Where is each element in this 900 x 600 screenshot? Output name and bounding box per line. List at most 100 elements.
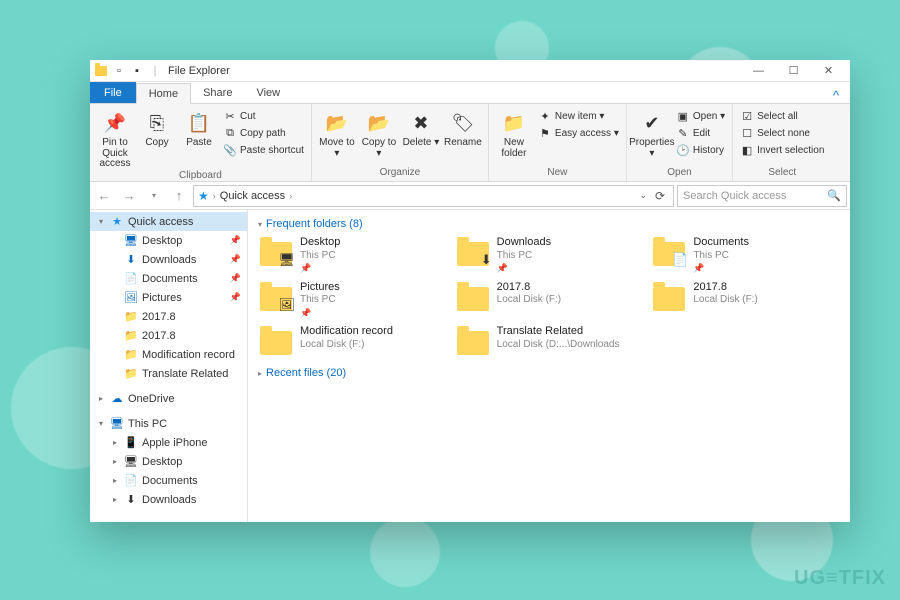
tab-share[interactable]: Share xyxy=(191,82,244,103)
folder-item-modification-record[interactable]: Modification recordLocal Disk (F:) xyxy=(258,325,447,357)
sidebar-this-pc[interactable]: ▾ 🖥 This PC xyxy=(90,414,247,433)
folder-icon: 📁 xyxy=(124,329,138,343)
pin-icon: 📌 xyxy=(497,263,551,274)
history-button[interactable]: 🕑History xyxy=(674,142,727,158)
sidebar-item-apple-iphone[interactable]: ▸📱Apple iPhone xyxy=(90,433,247,452)
recent-files-header[interactable]: ▸ Recent files (20) xyxy=(258,367,840,379)
breadcrumb-root[interactable]: Quick access xyxy=(220,190,285,202)
invert-selection-icon: ◧ xyxy=(740,143,754,157)
sidebar: ▾ ★ Quick access 🖥Desktop📌⬇Downloads📌📄Do… xyxy=(90,210,248,522)
sidebar-quick-access[interactable]: ▾ ★ Quick access xyxy=(90,212,247,231)
open-button[interactable]: ▣Open ▾ xyxy=(674,108,727,124)
copy-path-button[interactable]: ⧉Copy path xyxy=(221,125,306,141)
main-pane: ▾ Frequent folders (8) 🖥DesktopThis PC📌⬇… xyxy=(248,210,850,522)
select-all-button[interactable]: ☑Select all xyxy=(738,108,826,124)
invert-selection-button[interactable]: ◧Invert selection xyxy=(738,142,826,158)
delete-button[interactable]: ✖Delete ▾ xyxy=(401,107,441,167)
new-item-button[interactable]: ✦New item ▾ xyxy=(536,108,621,124)
sidebar-item-documents[interactable]: ▸📄Documents xyxy=(90,471,247,490)
folder-item-pictures[interactable]: 🖼PicturesThis PC📌 xyxy=(258,281,447,320)
chevron-right-icon[interactable]: ▸ xyxy=(110,438,120,447)
folder-icon xyxy=(455,325,491,357)
pin-icon: 📌 xyxy=(230,273,241,284)
chevron-down-icon[interactable]: ▾ xyxy=(96,419,106,428)
select-none-button[interactable]: ☐Select none xyxy=(738,125,826,141)
sidebar-item-documents[interactable]: 📄Documents📌 xyxy=(90,269,247,288)
sidebar-item-desktop[interactable]: 🖥Desktop📌 xyxy=(90,231,247,250)
sidebar-onedrive[interactable]: ▸ ☁ OneDrive xyxy=(90,389,247,408)
rename-button[interactable]: 🏷Rename xyxy=(443,107,483,167)
address-bar[interactable]: ★ › Quick access › ⌄ ⟳ xyxy=(193,185,674,207)
refresh-button[interactable]: ⟳ xyxy=(651,189,669,203)
maximize-button[interactable]: ☐ xyxy=(776,60,811,82)
select-none-icon: ☐ xyxy=(740,126,754,140)
sidebar-item-2017-8[interactable]: 📁2017.8 xyxy=(90,307,247,326)
tab-file[interactable]: File xyxy=(90,82,136,103)
move-to-icon: 📂 xyxy=(323,109,351,137)
sidebar-item-modification-record[interactable]: 📁Modification record xyxy=(90,345,247,364)
folder-icon: 📄 xyxy=(651,236,687,268)
file-explorer-window: ▫ ▪ | File Explorer — ☐ ✕ File Home Shar… xyxy=(90,60,850,522)
folder-item-downloads[interactable]: ⬇DownloadsThis PC📌 xyxy=(455,236,644,275)
documents-icon: 📄 xyxy=(124,272,138,286)
folder-badge-icon: 🖥 xyxy=(278,252,295,268)
sidebar-item-pictures[interactable]: 🖼Pictures📌 xyxy=(90,288,247,307)
folder-icon: 🖼 xyxy=(258,281,294,313)
frequent-folders-header[interactable]: ▾ Frequent folders (8) xyxy=(258,218,840,230)
easy-access-button[interactable]: ⚑Easy access ▾ xyxy=(536,125,621,141)
easy-access-icon: ⚑ xyxy=(538,126,552,140)
copy-path-icon: ⧉ xyxy=(223,126,237,140)
copy-to-button[interactable]: 📂Copy to ▾ xyxy=(359,107,399,167)
chevron-right-icon[interactable]: ▸ xyxy=(96,394,106,403)
folder-badge-icon: ⬇ xyxy=(481,252,492,268)
folder-item-2017-8[interactable]: 2017.8Local Disk (F:) xyxy=(455,281,644,320)
sidebar-item-downloads[interactable]: ▸⬇Downloads xyxy=(90,490,247,509)
folder-icon: 📁 xyxy=(124,348,138,362)
downloads-icon: ⬇ xyxy=(124,253,138,267)
qat-new-icon[interactable]: ▫ xyxy=(112,64,126,78)
copy-button[interactable]: ⎘ Copy xyxy=(137,107,177,170)
back-button[interactable]: ← xyxy=(93,185,115,207)
cloud-icon: ☁ xyxy=(110,392,124,406)
new-folder-button[interactable]: 📁New folder xyxy=(494,107,534,167)
window-title: File Explorer xyxy=(168,65,230,77)
up-button[interactable]: ↑ xyxy=(168,185,190,207)
title-bar: ▫ ▪ | File Explorer — ☐ ✕ xyxy=(90,60,850,82)
folder-item-2017-8[interactable]: 2017.8Local Disk (F:) xyxy=(651,281,840,320)
sidebar-item-2017-8[interactable]: 📁2017.8 xyxy=(90,326,247,345)
paste-button[interactable]: 📋 Paste xyxy=(179,107,219,170)
folder-icon: 📁 xyxy=(124,310,138,324)
chevron-down-icon[interactable]: ▾ xyxy=(96,217,106,226)
properties-icon: ✔ xyxy=(638,109,666,137)
sidebar-item-translate-related[interactable]: 📁Translate Related xyxy=(90,364,247,383)
pin-quick-access-button[interactable]: 📌 Pin to Quick access xyxy=(95,107,135,170)
desktop-icon: 🖥 xyxy=(124,455,138,469)
folder-item-desktop[interactable]: 🖥DesktopThis PC📌 xyxy=(258,236,447,275)
minimize-button[interactable]: — xyxy=(741,60,776,82)
tab-home[interactable]: Home xyxy=(136,83,191,104)
sidebar-item-downloads[interactable]: ⬇Downloads📌 xyxy=(90,250,247,269)
paste-shortcut-button[interactable]: 📎Paste shortcut xyxy=(221,142,306,158)
forward-button[interactable]: → xyxy=(118,185,140,207)
properties-button[interactable]: ✔Properties ▾ xyxy=(632,107,672,167)
paste-shortcut-icon: 📎 xyxy=(223,143,237,157)
chevron-right-icon[interactable]: ▸ xyxy=(110,457,120,466)
move-to-button[interactable]: 📂Move to ▾ xyxy=(317,107,357,167)
downloads-icon: ⬇ xyxy=(124,493,138,507)
edit-button[interactable]: ✎Edit xyxy=(674,125,727,141)
pin-icon: 📌 xyxy=(300,308,340,319)
close-button[interactable]: ✕ xyxy=(811,60,846,82)
tab-view[interactable]: View xyxy=(244,82,292,103)
recent-locations-button[interactable]: ▾ xyxy=(143,185,165,207)
cut-button[interactable]: ✂Cut xyxy=(221,108,306,124)
frequent-folders-grid: 🖥DesktopThis PC📌⬇DownloadsThis PC📌📄Docum… xyxy=(258,236,840,357)
qat-props-icon[interactable]: ▪ xyxy=(130,64,144,78)
address-drop-button[interactable]: ⌄ xyxy=(639,190,647,201)
search-box[interactable]: Search Quick access 🔍 xyxy=(677,185,847,207)
folder-item-translate-related[interactable]: Translate RelatedLocal Disk (D:...\Downl… xyxy=(455,325,644,357)
collapse-ribbon-button[interactable]: ^ xyxy=(825,88,847,103)
folder-item-documents[interactable]: 📄DocumentsThis PC📌 xyxy=(651,236,840,275)
chevron-right-icon[interactable]: ▸ xyxy=(110,476,120,485)
sidebar-item-desktop[interactable]: ▸🖥Desktop xyxy=(90,452,247,471)
chevron-right-icon[interactable]: ▸ xyxy=(110,495,120,504)
